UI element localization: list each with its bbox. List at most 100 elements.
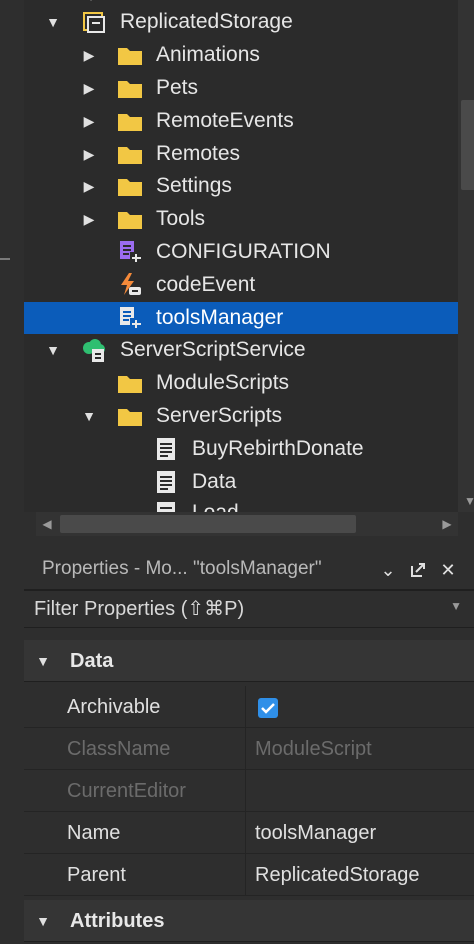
tree-item-serverscripts[interactable]: ▼ ServerScripts (24, 400, 458, 432)
name-value-field[interactable]: toolsManager (255, 822, 376, 845)
dropdown-arrow-icon[interactable]: ▼ (450, 599, 462, 613)
replicated-storage-icon (83, 12, 105, 33)
column-divider (245, 854, 246, 896)
property-value: ModuleScript (255, 738, 372, 760)
tree-item-modulescripts[interactable]: ModuleScripts (24, 367, 458, 399)
chevron-right-icon[interactable]: ▶ (80, 112, 98, 130)
tree-item-label: Remotes (156, 142, 241, 165)
tree-item-toolsmanager[interactable]: toolsManager (24, 302, 458, 334)
explorer-horizontal-scrollbar[interactable]: ◀ ▶ (36, 512, 458, 536)
section-label: Attributes (70, 910, 165, 932)
folder-icon (118, 48, 142, 65)
explorer-tree: ▾ ▼ ReplicatedStorage ▶ Animations ▶ (24, 0, 458, 512)
property-name: CurrentEditor (67, 780, 186, 802)
folder-icon (118, 376, 142, 393)
archivable-checkbox[interactable] (258, 698, 278, 718)
scroll-left-icon[interactable]: ◀ (36, 512, 58, 536)
property-row-archivable: Archivable (24, 686, 474, 728)
tree-item-label: ModuleScripts (156, 371, 290, 394)
column-divider (245, 728, 246, 770)
column-divider (245, 812, 246, 854)
folder-icon (118, 212, 142, 229)
tree-item-label: Data (192, 470, 237, 493)
tree-item-label: ServerScripts (156, 404, 283, 427)
section-attributes[interactable]: ▼ Attributes (24, 900, 474, 942)
column-divider (245, 770, 246, 812)
property-row-parent: Parent ReplicatedStorage (24, 854, 474, 896)
tree-item-label: Animations (156, 43, 260, 66)
section-data[interactable]: ▼ Data (24, 640, 474, 682)
scroll-right-icon[interactable]: ▶ (436, 512, 458, 536)
chevron-down-icon[interactable]: ⌄ (376, 558, 400, 582)
tree-item-label: codeEvent (156, 273, 256, 296)
chevron-right-icon[interactable]: ▶ (80, 145, 98, 163)
chevron-right-icon[interactable]: ▶ (80, 79, 98, 97)
tree-item-tools[interactable]: ▶ Tools (24, 203, 458, 235)
tree-item-settings[interactable]: ▶ Settings (24, 170, 458, 202)
tree-item-label: RemoteEvents (156, 109, 294, 132)
tree-item-label: ServerScriptService (120, 338, 306, 361)
tree-item-configuration[interactable]: CONFIGURATION (24, 236, 458, 268)
property-name: Name (67, 822, 121, 844)
filter-properties-input[interactable]: Filter Properties (⇧⌘P) ▼ (24, 590, 474, 628)
tree-item-label: Pets (156, 76, 199, 99)
script-icon (157, 502, 175, 512)
tree-item-remotes[interactable]: ▶ Remotes (24, 138, 458, 170)
remote-event-icon (121, 273, 141, 295)
scrollbar-thumb[interactable] (461, 100, 474, 190)
script-icon (157, 438, 175, 460)
chevron-down-icon: ▾ (82, 0, 100, 5)
chevron-down-icon[interactable]: ▼ (34, 912, 52, 930)
chevron-right-icon[interactable]: ▶ (80, 177, 98, 195)
properties-title: Properties - Mo... "toolsManager" (42, 558, 322, 579)
script-icon (157, 471, 175, 493)
chevron-down-icon[interactable]: ▼ (44, 341, 62, 359)
parent-value-field[interactable]: ReplicatedStorage (255, 864, 420, 887)
folder-icon (118, 179, 142, 196)
panel-resize-marker[interactable] (0, 258, 10, 260)
scroll-down-icon[interactable]: ▼ (458, 492, 474, 510)
property-name: Parent (67, 864, 126, 886)
undock-icon[interactable] (406, 558, 430, 582)
folder-icon (118, 114, 142, 131)
module-script-icon (120, 307, 142, 330)
property-name: Archivable (67, 696, 161, 718)
property-row-classname: ClassName ModuleScript (24, 728, 474, 770)
scrollbar-thumb[interactable] (60, 515, 356, 533)
tree-item-label: toolsManager (156, 306, 284, 329)
chevron-down-icon[interactable]: ▼ (34, 652, 52, 670)
properties-header: Properties - Mo... "toolsManager" ⌄ ✕ (24, 548, 474, 590)
tree-item-remoteevents[interactable]: ▶ RemoteEvents (24, 105, 458, 137)
chevron-down-icon[interactable]: ▼ (44, 13, 62, 31)
explorer-panel: ▾ ▼ ReplicatedStorage ▶ Animations ▶ (12, 0, 474, 540)
tree-item-label: BuyRebirthDonate (192, 437, 364, 460)
tree-item-label: Tools (156, 207, 206, 230)
folder-icon (118, 147, 142, 164)
chevron-right-icon[interactable]: ▶ (80, 46, 98, 64)
check-icon (261, 703, 275, 714)
module-script-icon (120, 241, 142, 264)
tree-item-load[interactable]: Load (24, 497, 458, 512)
folder-icon (118, 81, 142, 98)
properties-panel: Properties - Mo... "toolsManager" ⌄ ✕ Fi… (0, 540, 474, 944)
tree-item-animations[interactable]: ▶ Animations (24, 39, 458, 71)
section-label: Data (70, 650, 114, 672)
chevron-right-icon[interactable]: ▶ (80, 210, 98, 228)
property-name: ClassName (67, 738, 171, 760)
tree-item-label: CONFIGURATION (156, 240, 331, 263)
left-panel-edge (0, 0, 12, 540)
property-row-name: Name toolsManager (24, 812, 474, 854)
tree-item-buyrebirthdonate[interactable]: BuyRebirthDonate (24, 433, 458, 465)
tree-item-label: Load (192, 502, 239, 513)
filter-placeholder: Filter Properties (⇧⌘P) (34, 598, 245, 620)
column-divider (245, 686, 246, 728)
tree-item-pets[interactable]: ▶ Pets (24, 72, 458, 104)
chevron-down-icon[interactable]: ▼ (80, 407, 98, 425)
tree-item-codeevent[interactable]: codeEvent (24, 269, 458, 301)
tree-item-data[interactable]: Data (24, 466, 458, 498)
tree-item-serverscriptservice[interactable]: ▼ ServerScriptService (24, 334, 458, 366)
property-row-currenteditor: CurrentEditor (24, 770, 474, 812)
close-icon[interactable]: ✕ (436, 558, 460, 582)
tree-item-replicatedstorage[interactable]: ▼ ReplicatedStorage (24, 6, 458, 38)
explorer-vertical-scrollbar[interactable]: ▼ (458, 0, 474, 512)
